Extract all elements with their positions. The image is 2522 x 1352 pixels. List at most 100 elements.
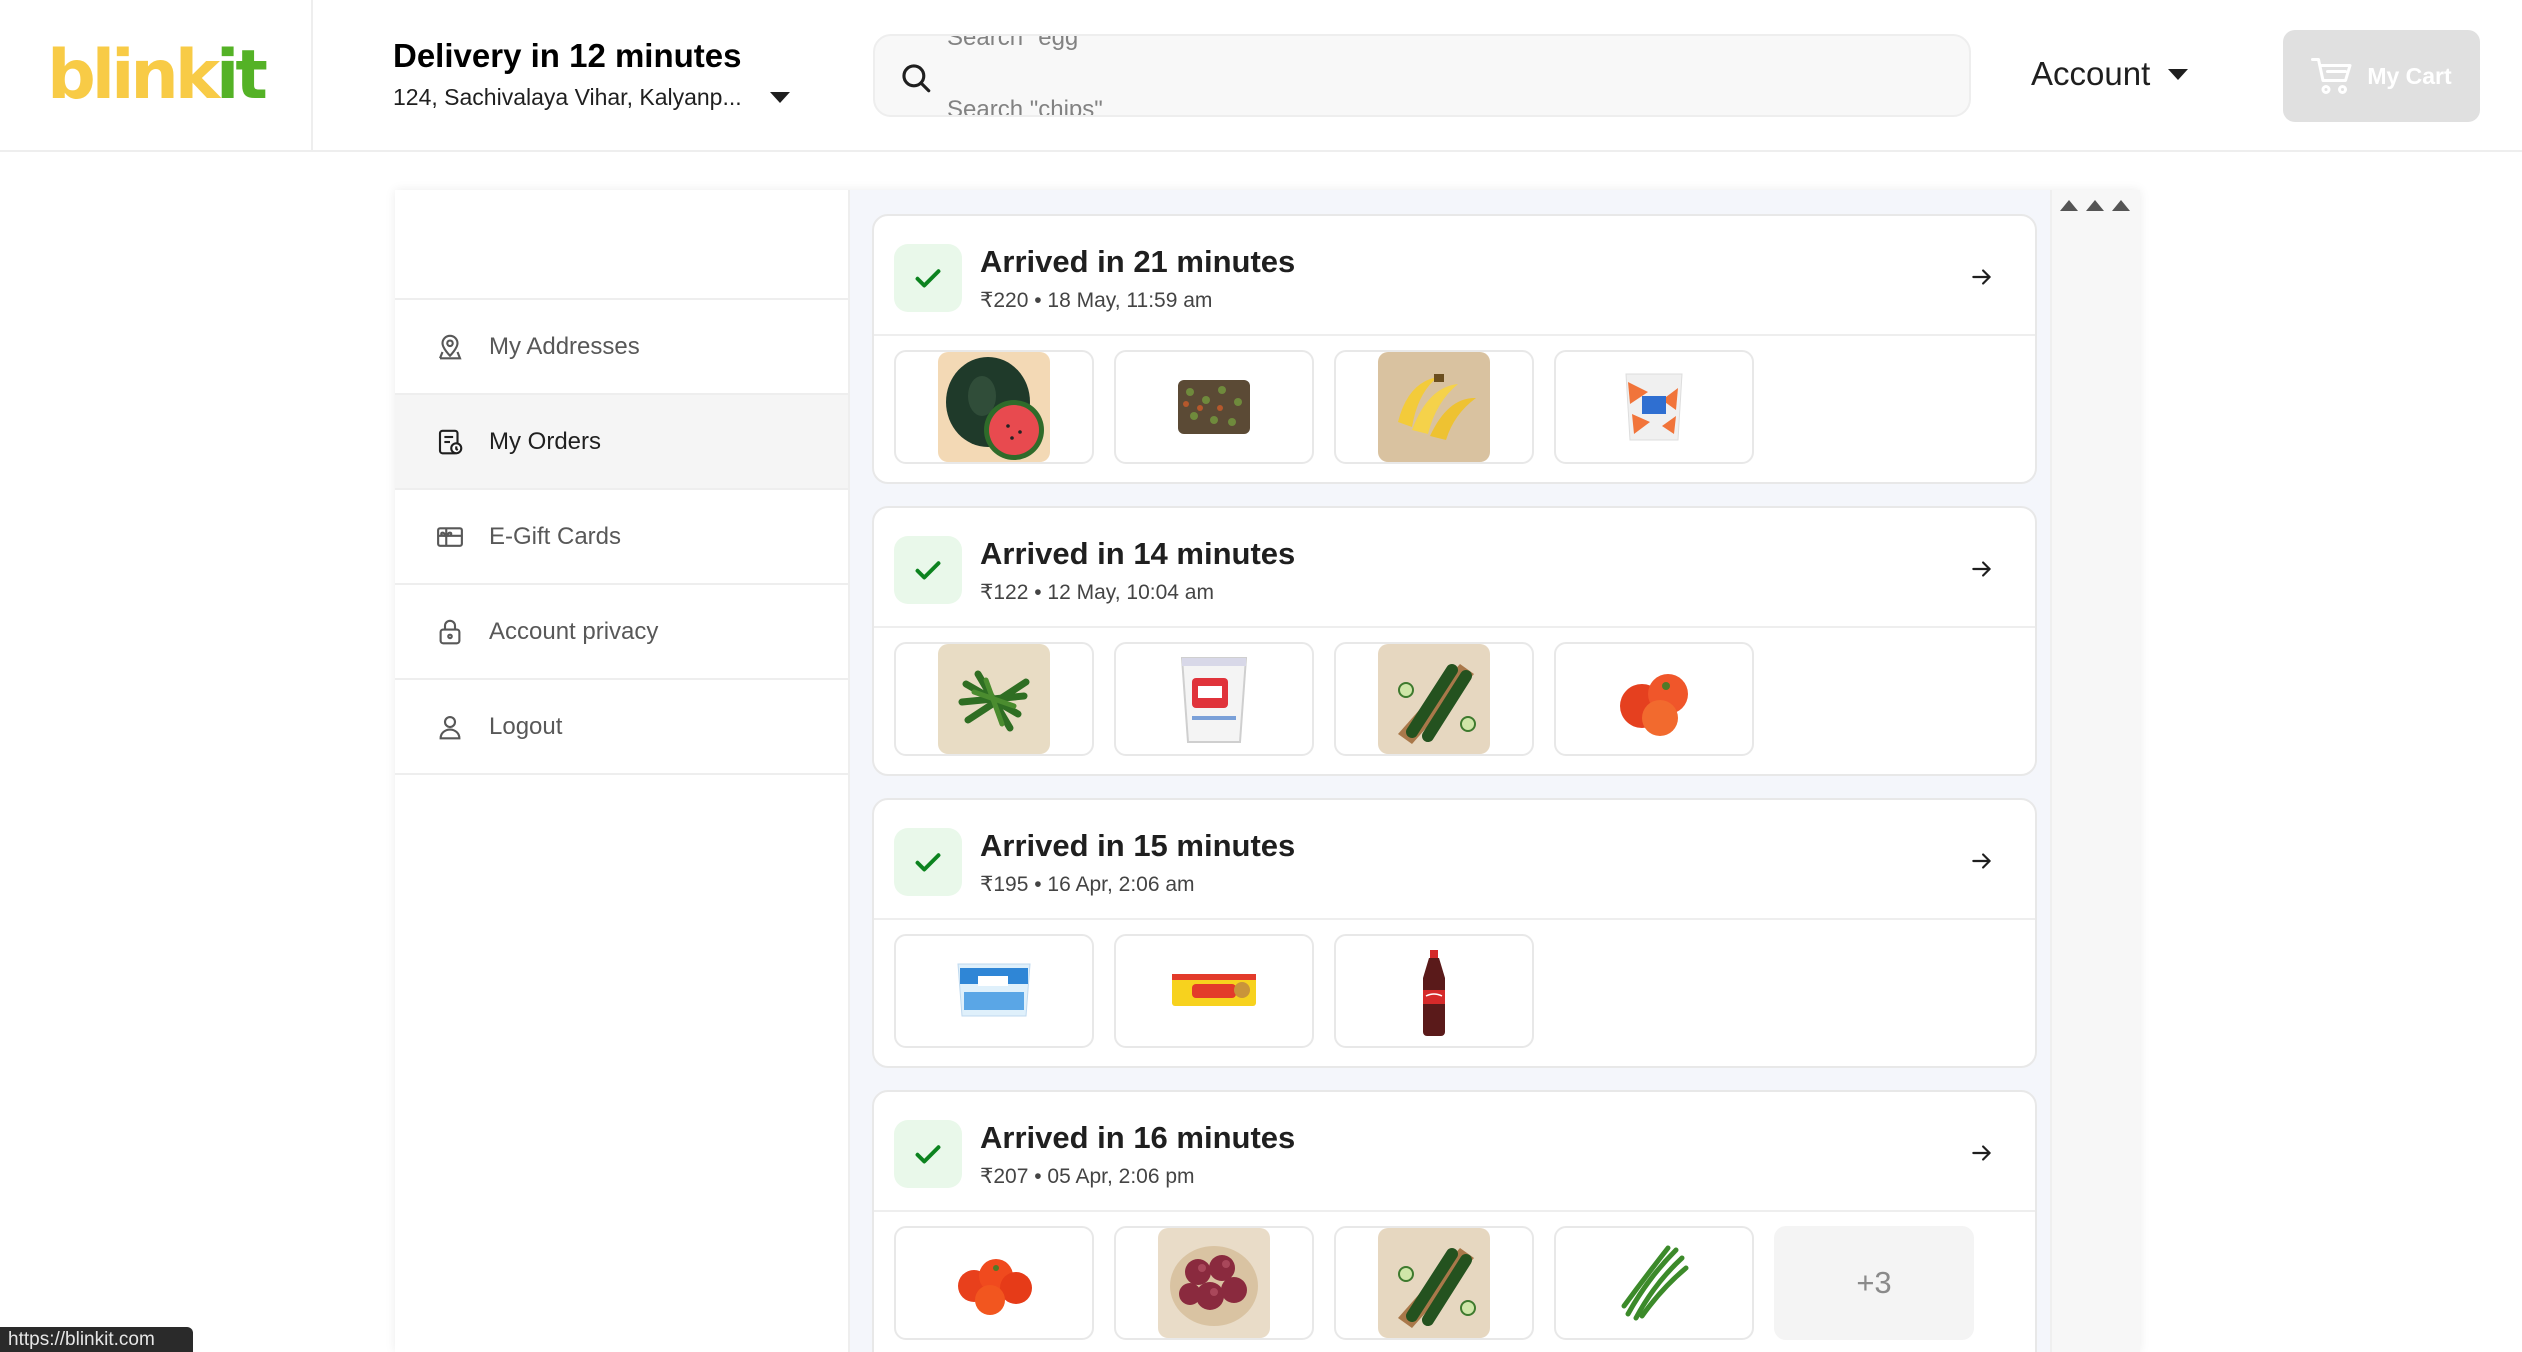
scroll-up-arrows[interactable] [2060, 200, 2138, 211]
arrow-right-icon[interactable] [1969, 848, 1995, 874]
chevron-up-icon[interactable] [2060, 200, 2078, 211]
sidebar-item-label: My Orders [489, 427, 602, 455]
product-tile[interactable] [894, 1226, 1094, 1340]
order-card[interactable]: Arrived in 16 minutes ₹207 • 05 Apr, 2:0… [872, 1090, 2037, 1352]
logo-link[interactable]: blinkit [0, 0, 313, 152]
order-subtitle: ₹220 • 18 May, 11:59 am [980, 289, 1213, 312]
order-card-header[interactable]: Arrived in 21 minutes ₹220 • 18 May, 11:… [874, 216, 2035, 336]
order-card-header[interactable]: Arrived in 14 minutes ₹122 • 12 May, 10:… [874, 508, 2035, 628]
delivery-location[interactable]: Delivery in 12 minutes 124, Sachivalaya … [393, 36, 813, 112]
order-title: Arrived in 15 minutes [980, 828, 1296, 863]
order-items: +3 [874, 1212, 2035, 1352]
milk-pack-image [1598, 352, 1710, 462]
order-title: Arrived in 16 minutes [980, 1120, 1296, 1155]
account-sidebar: My Addresses My Orders E-Gift Cards Acco… [395, 190, 850, 1352]
milk-pack-blue-image [938, 936, 1050, 1046]
right-scroll-rail [2050, 190, 2140, 1352]
order-card-header[interactable]: Arrived in 16 minutes ₹207 • 05 Apr, 2:0… [874, 1092, 2035, 1212]
order-card[interactable]: Arrived in 15 minutes ₹195 • 16 Apr, 2:0… [872, 798, 2037, 1068]
product-tile[interactable] [1334, 350, 1534, 464]
sidebar-item-label: E-Gift Cards [489, 522, 622, 550]
sidebar-item-my-orders[interactable]: My Orders [395, 395, 848, 490]
sidebar-item-e-gift-cards[interactable]: E-Gift Cards [395, 490, 848, 585]
order-title: Arrived in 14 minutes [980, 536, 1296, 571]
more-items-badge[interactable]: +3 [1774, 1226, 1974, 1340]
arrow-right-icon[interactable] [1969, 264, 1995, 290]
account-menu[interactable]: Account [2031, 55, 2189, 93]
product-tile[interactable] [1114, 1226, 1314, 1340]
my-cart-button[interactable]: My Cart [2283, 30, 2480, 122]
chocolate-bar-image [1158, 352, 1270, 462]
search-icon [902, 64, 931, 93]
order-card-header[interactable]: Arrived in 15 minutes ₹195 • 16 Apr, 2:0… [874, 800, 2035, 920]
product-tile[interactable] [1334, 934, 1534, 1048]
page: blinkit Delivery in 12 minutes 124, Sach… [0, 0, 2522, 1352]
cart-icon [2311, 58, 2352, 94]
arrow-right-icon[interactable] [1969, 556, 1995, 582]
delivery-address[interactable]: 124, Sachivalaya Vihar, Kalyanp... [393, 82, 813, 112]
product-tile[interactable] [1114, 350, 1314, 464]
delivery-time-title: Delivery in 12 minutes [393, 37, 742, 74]
order-subtitle: ₹122 • 12 May, 10:04 am [980, 581, 1214, 604]
cucumber-image [1378, 1228, 1490, 1338]
order-title: Arrived in 21 minutes [980, 244, 1296, 279]
banana-image [1378, 352, 1490, 462]
product-tile[interactable] [1114, 934, 1314, 1048]
product-tile[interactable] [1334, 642, 1534, 756]
lock-icon [439, 619, 461, 644]
sidebar-item-label: Logout [489, 712, 563, 740]
chevron-up-icon[interactable] [2086, 200, 2104, 211]
address-pin-icon [439, 334, 462, 359]
account-label: Account [2031, 55, 2151, 92]
arrow-right-icon[interactable] [1969, 1140, 1995, 1166]
cart-label: My Cart [2367, 62, 2452, 89]
search-placeholder-previous: Search "egg" [947, 34, 1087, 51]
order-subtitle: ₹207 • 05 Apr, 2:06 pm [980, 1165, 1195, 1188]
tomato-image [1598, 644, 1710, 754]
order-items [874, 628, 2035, 774]
chevron-down-icon [769, 91, 790, 103]
orders-icon [438, 429, 463, 454]
coca-cola-bottle-image [1378, 936, 1490, 1046]
sidebar-item-label: Account privacy [489, 617, 659, 645]
order-subtitle: ₹195 • 16 Apr, 2:06 am [980, 873, 1195, 896]
maggi-noodles-image [1158, 936, 1270, 1046]
product-tile[interactable] [1114, 642, 1314, 756]
onion-image [1158, 1228, 1270, 1338]
order-card[interactable]: Arrived in 14 minutes ₹122 • 12 May, 10:… [872, 506, 2037, 776]
green-chilli-image [938, 644, 1050, 754]
product-tile[interactable] [894, 934, 1094, 1048]
watermelon-image [938, 352, 1050, 462]
cucumber-image [1378, 644, 1490, 754]
search-placeholder-next: Search "chips" [947, 96, 1103, 117]
delivered-check-icon [894, 1120, 962, 1188]
delivered-check-icon [894, 244, 962, 312]
order-items [874, 336, 2035, 482]
product-tile[interactable] [1334, 1226, 1534, 1340]
product-tile[interactable] [1554, 350, 1754, 464]
order-card[interactable]: Arrived in 21 minutes ₹220 • 18 May, 11:… [872, 214, 2037, 484]
product-tile[interactable] [894, 350, 1094, 464]
delivered-check-icon [894, 828, 962, 896]
orders-list: Arrived in 21 minutes ₹220 • 18 May, 11:… [850, 190, 2140, 1352]
search-bar[interactable]: Search "egg" Search "chips" [873, 34, 1971, 117]
top-header: blinkit Delivery in 12 minutes 124, Sach… [0, 0, 2522, 152]
curd-cup-image [1158, 644, 1270, 754]
sidebar-item-logout[interactable]: Logout [395, 680, 848, 775]
product-tile[interactable] [1554, 1226, 1754, 1340]
chevron-up-icon[interactable] [2112, 200, 2130, 211]
sidebar-item-label: My Addresses [489, 332, 640, 360]
delivery-address-text: 124, Sachivalaya Vihar, Kalyanp... [393, 84, 742, 110]
product-tile[interactable] [894, 642, 1094, 756]
product-tile[interactable] [1554, 642, 1754, 756]
user-icon [439, 715, 461, 739]
sidebar-header [395, 190, 848, 300]
green-beans-image [1598, 1228, 1710, 1338]
sidebar-item-my-addresses[interactable]: My Addresses [395, 300, 848, 395]
blinkit-logo: blinkit [47, 36, 268, 115]
sidebar-item-account-privacy[interactable]: Account privacy [395, 585, 848, 680]
gift-card-icon [437, 526, 463, 547]
chevron-down-icon [2168, 68, 2189, 80]
delivered-check-icon [894, 536, 962, 604]
order-items [874, 920, 2035, 1066]
